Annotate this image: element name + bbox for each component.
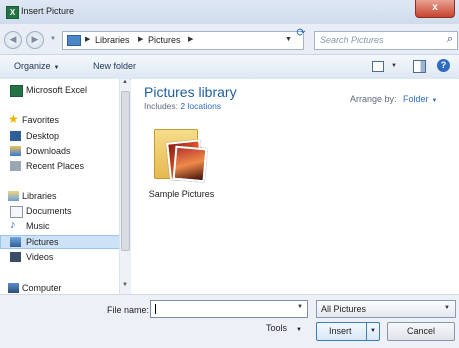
breadcrumb-pictures[interactable]: Pictures: [148, 35, 181, 45]
arrange-by-value: Folder: [403, 94, 429, 104]
nav-item-label: Favorites: [22, 115, 60, 125]
scrollbar-thumb[interactable]: [121, 91, 130, 251]
excel-icon: X: [6, 6, 19, 19]
breadcrumb-libraries[interactable]: Libraries: [95, 35, 130, 45]
nav-item-label: Recent Places: [26, 161, 85, 171]
navigation-scrollbar[interactable]: ▲ ▼: [119, 79, 130, 294]
recent-pages-dropdown[interactable]: ▼: [50, 36, 56, 42]
nav-item-label: Computer: [22, 283, 62, 293]
nav-item-desktop[interactable]: Desktop: [0, 130, 118, 144]
nav-item-libraries[interactable]: Libraries: [0, 190, 118, 204]
tools-label: Tools: [266, 323, 288, 333]
file-name-label: File name:: [107, 305, 150, 315]
nav-item-music[interactable]: ♪ Music: [0, 219, 118, 234]
change-view-icon[interactable]: [372, 61, 384, 72]
chevron-right-icon[interactable]: ▶: [138, 35, 143, 43]
videos-icon: [10, 252, 21, 262]
text-cursor: [155, 304, 156, 314]
file-name-input[interactable]: ▼: [150, 300, 308, 318]
library-title: Pictures library: [144, 84, 237, 100]
insert-picture-dialog: X Insert Picture x ◀ ▶ ▼ ▶ Libraries ▶ P…: [0, 0, 459, 348]
address-row: ◀ ▶ ▼ ▶ Libraries ▶ Pictures ▶ ▼ ⟳ Searc…: [0, 24, 459, 54]
chevron-down-icon: ▼: [431, 98, 438, 104]
organize-button[interactable]: Organize ▼: [14, 61, 59, 71]
dialog-footer: File name: ▼ All Pictures ▼ Tools ▼ Inser…: [0, 294, 459, 348]
arrange-by-dropdown[interactable]: Folder ▼: [403, 94, 437, 104]
photo-thumbnail: [172, 145, 208, 183]
address-bar[interactable]: ▶ Libraries ▶ Pictures ▶ ▼: [62, 31, 304, 50]
nav-item-label: Pictures: [26, 237, 59, 247]
nav-item-label: Libraries: [22, 191, 57, 201]
cancel-button[interactable]: Cancel: [387, 322, 455, 341]
locations-link[interactable]: 2 locations: [180, 101, 221, 111]
libraries-icon: [8, 191, 19, 201]
file-list: Pictures library Includes: 2 locations A…: [131, 79, 459, 294]
organize-label: Organize: [14, 61, 51, 71]
nav-item-label: Desktop: [26, 131, 60, 141]
nav-item-downloads[interactable]: Downloads: [0, 145, 118, 159]
library-includes: Includes: 2 locations: [144, 101, 221, 111]
nav-item-label: Downloads: [26, 146, 71, 156]
help-icon[interactable]: ?: [437, 59, 450, 72]
folder-sample-pictures[interactable]: Sample Pictures: [146, 121, 216, 211]
desktop-icon: [10, 131, 21, 141]
chevron-down-icon[interactable]: ▼: [297, 304, 303, 310]
nav-item-microsoft-excel[interactable]: Microsoft Excel: [0, 84, 118, 98]
nav-item-favorites[interactable]: ★ Favorites: [0, 112, 118, 128]
window-title: Insert Picture: [21, 6, 75, 16]
documents-icon: [10, 206, 23, 218]
excel-icon: [10, 85, 23, 97]
view-options-dropdown-icon[interactable]: ▼: [391, 63, 397, 69]
folder-label: Sample Pictures: [148, 189, 215, 199]
star-icon: ★: [8, 112, 19, 126]
computer-icon: [8, 283, 19, 293]
chevron-right-icon[interactable]: ▶: [188, 35, 193, 43]
downloads-icon: [10, 146, 21, 156]
insert-button[interactable]: Insert ▼: [316, 322, 380, 341]
pictures-folder-icon: [67, 35, 81, 46]
recent-places-icon: [10, 161, 21, 171]
includes-label: Includes:: [144, 101, 179, 111]
scroll-up-icon[interactable]: ▲: [120, 79, 130, 89]
command-bar: Organize ▼ New folder ▼ ?: [0, 54, 459, 80]
close-button[interactable]: x: [415, 0, 455, 18]
tools-button[interactable]: Tools ▼: [266, 323, 302, 333]
file-type-select[interactable]: All Pictures ▼: [316, 300, 456, 318]
music-icon: ♪: [10, 219, 16, 231]
file-type-value: All Pictures: [321, 304, 367, 314]
forward-button[interactable]: ▶: [26, 31, 44, 49]
scroll-down-icon[interactable]: ▼: [120, 282, 130, 292]
chevron-down-icon: ▼: [53, 65, 60, 71]
nav-item-videos[interactable]: Videos: [0, 251, 118, 265]
search-icon[interactable]: ⌕: [447, 33, 453, 46]
refresh-button[interactable]: ⟳: [291, 25, 311, 41]
nav-item-label: Music: [26, 221, 50, 231]
search-input[interactable]: Search Pictures ⌕: [314, 31, 458, 50]
nav-item-label: Documents: [26, 206, 72, 216]
nav-item-pictures[interactable]: Pictures: [0, 235, 120, 249]
nav-item-recent-places[interactable]: Recent Places: [0, 160, 118, 174]
chevron-down-icon: ▼: [444, 305, 450, 311]
nav-item-label: Videos: [26, 252, 54, 262]
new-folder-button[interactable]: New folder: [93, 61, 136, 71]
chevron-right-icon[interactable]: ▶: [85, 35, 90, 43]
insert-options-dropdown[interactable]: ▼: [366, 323, 379, 340]
chevron-down-icon: ▼: [296, 327, 302, 333]
navigation-pane: Microsoft Excel ★ Favorites Desktop Down…: [0, 79, 130, 294]
arrange-by-label: Arrange by:: [350, 94, 397, 104]
search-placeholder: Search Pictures: [320, 35, 384, 45]
pictures-icon: [10, 237, 21, 247]
insert-label: Insert: [329, 326, 352, 336]
title-bar[interactable]: X Insert Picture x: [0, 0, 459, 24]
nav-item-documents[interactable]: Documents: [0, 205, 118, 219]
nav-item-label: Microsoft Excel: [26, 85, 88, 95]
preview-pane-icon[interactable]: [413, 60, 426, 73]
back-button[interactable]: ◀: [4, 31, 22, 49]
